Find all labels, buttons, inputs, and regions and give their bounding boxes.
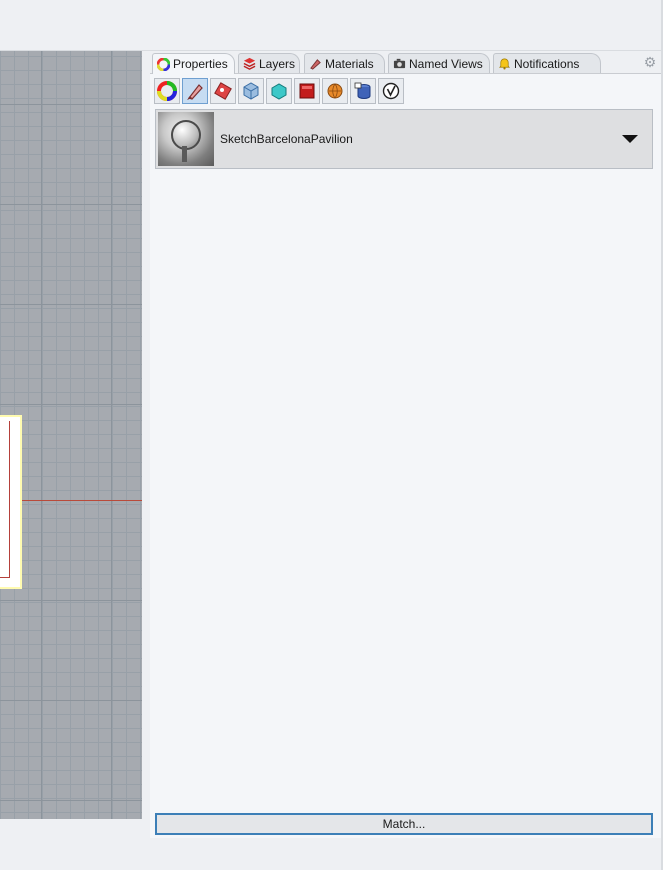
grid-major-line (0, 700, 142, 701)
tab-label: Layers (259, 56, 296, 71)
material-preview-icon (158, 112, 214, 166)
decal-button[interactable] (210, 78, 236, 104)
layers-icon (243, 57, 256, 70)
texture-icon (297, 81, 317, 101)
tab-materials[interactable]: Materials (304, 53, 385, 73)
environment-button[interactable] (322, 78, 348, 104)
properties-toolbar (154, 78, 404, 104)
tab-label: Named Views (409, 56, 483, 71)
shape-icon (269, 81, 289, 101)
grid-major-line (111, 51, 112, 819)
tab-layers[interactable]: Layers (238, 53, 300, 73)
object-color-icon (157, 81, 177, 101)
viewport-footer (0, 819, 150, 870)
vray-icon (381, 81, 401, 101)
material-name: SketchBarcelonaPavilion (220, 132, 353, 146)
viewport[interactable] (0, 51, 142, 819)
grid-major-line (0, 104, 142, 105)
database-button[interactable] (350, 78, 376, 104)
match-button[interactable]: Match... (155, 813, 653, 835)
panel-tab-bar: Properties Layers Materials Named Views … (150, 51, 663, 74)
color-wheel-icon (156, 57, 171, 71)
materials-icon (309, 57, 322, 70)
grid-major-line (0, 800, 142, 801)
shape-button[interactable] (266, 78, 292, 104)
decal-icon (213, 81, 233, 101)
tab-label: Materials (325, 56, 374, 71)
grid-major-line (0, 204, 142, 205)
grid-major-line (0, 404, 142, 405)
grid-major-line (0, 600, 142, 601)
grid-major-line (41, 51, 42, 819)
vray-button[interactable] (378, 78, 404, 104)
texture-button[interactable] (294, 78, 320, 104)
database-icon (353, 81, 373, 101)
gear-icon[interactable]: ⚙ (643, 55, 657, 69)
tab-label: Properties (173, 57, 228, 71)
title-strip (0, 0, 663, 51)
properties-panel: Properties Layers Materials Named Views … (150, 51, 663, 838)
camera-icon (393, 57, 406, 70)
grid-major-line (0, 304, 142, 305)
mapping-icon (241, 81, 261, 101)
material-brush-icon (185, 81, 205, 101)
tab-properties[interactable]: Properties (152, 53, 235, 74)
tab-label: Notifications (514, 56, 580, 71)
preview-stand (182, 146, 187, 162)
panel-footer (150, 838, 663, 870)
object-color-button[interactable] (154, 78, 180, 104)
mapping-button[interactable] (238, 78, 264, 104)
bell-icon (498, 57, 511, 70)
tab-named-views[interactable]: Named Views (388, 53, 490, 73)
chevron-down-icon[interactable] (622, 135, 638, 143)
material-button[interactable] (182, 78, 208, 104)
environment-icon (325, 81, 345, 101)
tab-notifications[interactable]: Notifications (493, 53, 601, 73)
object-edge (0, 421, 10, 578)
material-selector[interactable]: SketchBarcelonaPavilion (155, 109, 653, 169)
